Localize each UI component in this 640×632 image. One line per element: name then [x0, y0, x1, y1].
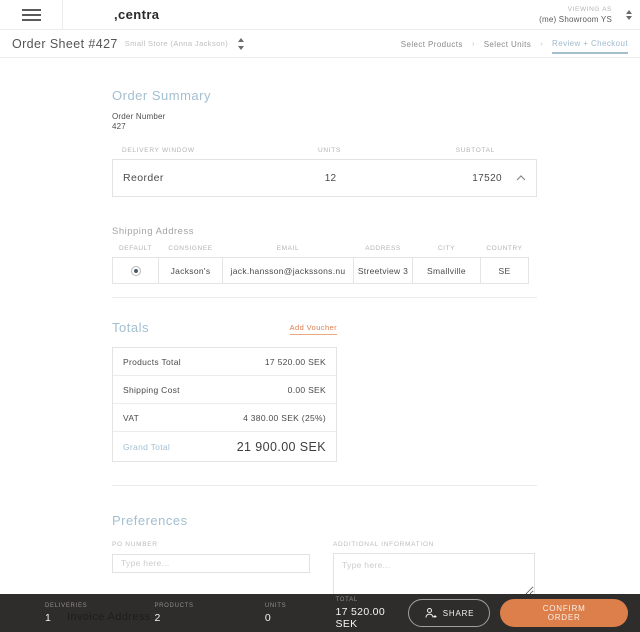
- totals-row-vat: VAT 4 380.00 SEK (25%): [113, 404, 336, 432]
- viewing-as-selector[interactable]: VIEWING AS (me) Showroom YS: [539, 6, 640, 24]
- section-divider: [112, 297, 537, 298]
- default-address-radio[interactable]: [131, 266, 141, 276]
- confirm-order-button[interactable]: CONFIRM ORDER: [500, 599, 628, 627]
- city-cell: Smallville: [413, 258, 481, 284]
- column-country: COUNTRY: [481, 245, 529, 258]
- column-consignee: CONSIGNEE: [159, 245, 223, 258]
- stat-deliveries: DELIVERIES 1: [45, 603, 154, 624]
- column-email: EMAIL: [223, 245, 354, 258]
- step-select-products[interactable]: Select Products: [401, 34, 463, 53]
- add-voucher-link[interactable]: Add Voucher: [290, 323, 337, 335]
- main-content: Order Summary Order Number 427 DELIVERY …: [0, 58, 640, 594]
- step-review-checkout[interactable]: Review + Checkout: [552, 33, 628, 54]
- collapse-row-chevron-icon[interactable]: [516, 175, 526, 181]
- step-select-units[interactable]: Select Units: [484, 34, 531, 53]
- additional-information-textarea[interactable]: [333, 553, 535, 594]
- order-sheet-title: Order Sheet #427: [12, 37, 118, 51]
- shipping-address-row: Jackson's jack.hansson@jackssons.nu Stre…: [113, 258, 529, 284]
- column-default: DEFAULT: [113, 245, 159, 258]
- order-review-page: ,centra VIEWING AS (me) Showroom YS Orde…: [0, 0, 640, 632]
- order-summary-heading: Order Summary: [112, 88, 537, 103]
- stat-units: UNITS 0: [265, 603, 336, 624]
- delivery-window-units: 12: [298, 173, 363, 184]
- totals-row-products-total: Products Total 17 520.00 SEK: [113, 348, 336, 376]
- additional-information-label: ADDITIONAL INFORMATION: [333, 541, 535, 548]
- column-delivery-window: DELIVERY WINDOW: [122, 147, 297, 154]
- po-number-input[interactable]: [112, 554, 310, 573]
- chevron-updown-icon: [626, 10, 632, 20]
- hamburger-menu-icon[interactable]: [0, 0, 63, 30]
- section-divider: [112, 485, 537, 486]
- shipping-address-table: DEFAULT CONSIGNEE EMAIL ADDRESS CITY COU…: [112, 245, 529, 284]
- column-subtotal: SUBTOTAL: [362, 147, 527, 154]
- stat-total: TOTAL 17 520.00 SEK: [336, 597, 408, 630]
- person-share-icon: [424, 607, 437, 620]
- order-sheet-header: Order Sheet #427 Small Store (Anna Jacks…: [0, 30, 640, 58]
- viewing-as-value: (me) Showroom YS: [539, 15, 612, 24]
- order-sheet-switcher-icon[interactable]: [238, 38, 244, 50]
- address-cell: Streetview 3: [354, 258, 413, 284]
- column-units: UNITS: [297, 147, 362, 154]
- centra-logo[interactable]: ,centra: [114, 7, 159, 22]
- email-cell: jack.hansson@jackssons.nu: [223, 258, 354, 284]
- order-sheet-store: Small Store (Anna Jackson): [125, 39, 228, 48]
- checkout-bottom-bar: Invoice Address DELIVERIES 1 PRODUCTS 2 …: [0, 594, 640, 632]
- shipping-address-heading: Shipping Address: [112, 226, 537, 237]
- totals-row-shipping-cost: Shipping Cost 0.00 SEK: [113, 376, 336, 404]
- totals-heading: Totals: [112, 320, 149, 335]
- checkout-steps: Select Products › Select Units › Review …: [401, 33, 628, 54]
- share-button[interactable]: SHARE: [408, 599, 491, 627]
- preferences-heading: Preferences: [112, 513, 537, 528]
- order-number-value: 427: [112, 122, 537, 131]
- delivery-window-table-header: DELIVERY WINDOW UNITS SUBTOTAL: [112, 147, 537, 159]
- po-number-label: PO NUMBER: [112, 541, 333, 548]
- step-separator-icon: ›: [540, 39, 543, 48]
- column-address: ADDRESS: [354, 245, 413, 258]
- order-number-label: Order Number: [112, 112, 537, 121]
- totals-table: Products Total 17 520.00 SEK Shipping Co…: [112, 347, 337, 462]
- delivery-window-name: Reorder: [123, 172, 298, 184]
- country-cell: SE: [481, 258, 529, 284]
- consignee-cell: Jackson's: [159, 258, 223, 284]
- totals-row-grand-total: Grand Total 21 900.00 SEK: [113, 432, 336, 461]
- stat-products: PRODUCTS 2: [154, 603, 264, 624]
- delivery-window-row: Reorder 12 17520: [112, 159, 537, 197]
- top-bar: ,centra VIEWING AS (me) Showroom YS: [0, 0, 640, 30]
- delivery-window-subtotal: 17520: [363, 173, 516, 184]
- viewing-as-label: VIEWING AS: [539, 6, 612, 13]
- column-city: CITY: [413, 245, 481, 258]
- step-separator-icon: ›: [472, 39, 475, 48]
